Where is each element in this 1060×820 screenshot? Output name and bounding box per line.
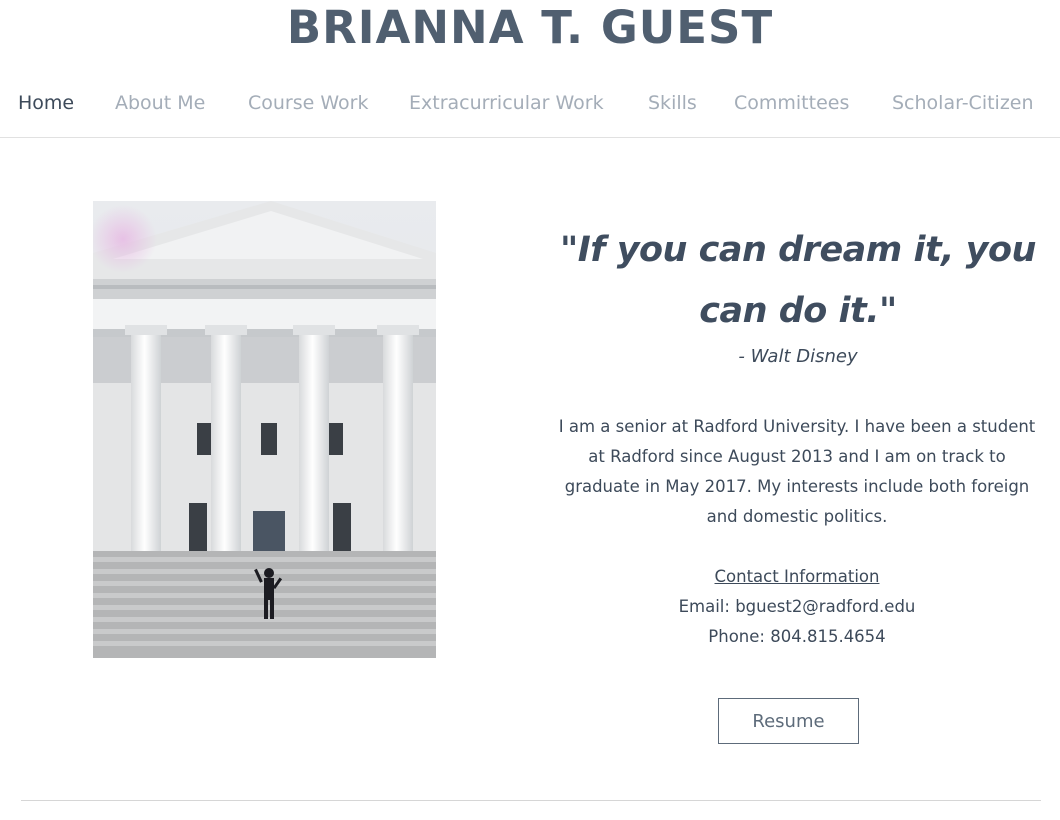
contact-block: Contact Information Email: bguest2@radfo… (560, 562, 1034, 652)
resume-button[interactable]: Resume (718, 698, 859, 744)
nav-item-course-work[interactable]: Course Work (248, 92, 369, 114)
bio-paragraph: I am a senior at Radford University. I h… (558, 417, 1036, 526)
quote-author: - Walt Disney (738, 346, 858, 367)
contact-phone: Phone: 804.815.4654 (708, 627, 886, 646)
nav-item-home[interactable]: Home (18, 92, 74, 114)
nav-item-committees[interactable]: Committees (734, 92, 849, 114)
nav-item-skills[interactable]: Skills (648, 92, 697, 114)
main-nav: Home About Me Course Work Extracurricula… (0, 84, 1060, 138)
quote-text: "If you can dream it, you can do it." (560, 230, 1036, 331)
footer-divider (21, 800, 1041, 801)
contact-email: Email: bguest2@radford.edu (678, 597, 916, 616)
nav-item-scholar-citizen[interactable]: Scholar-Citizen (892, 92, 1034, 114)
site-title[interactable]: BRIANNA T. GUEST (0, 0, 1060, 56)
nav-item-extracurricular-work[interactable]: Extracurricular Work (409, 92, 604, 114)
nav-item-about-me[interactable]: About Me (115, 92, 205, 114)
profile-photo (93, 201, 436, 658)
contact-heading: Contact Information (714, 567, 880, 586)
